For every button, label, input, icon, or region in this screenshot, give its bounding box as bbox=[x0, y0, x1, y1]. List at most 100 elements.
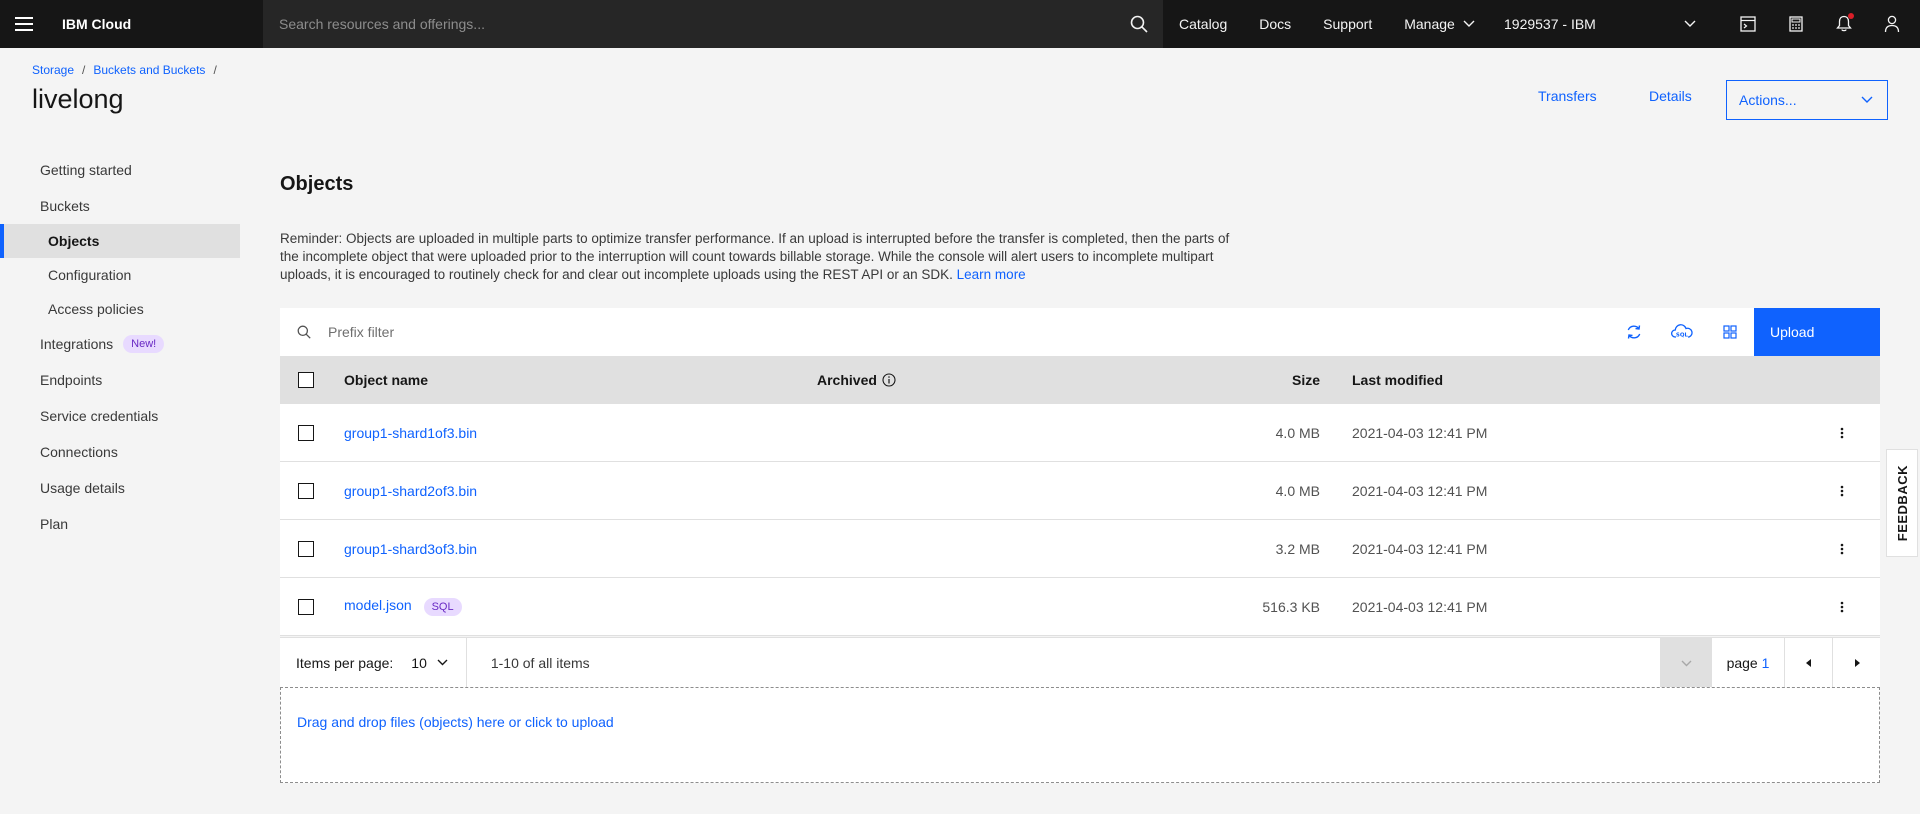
page-controls: page 1 bbox=[1660, 638, 1880, 688]
new-badge: New! bbox=[123, 335, 165, 353]
global-search bbox=[263, 0, 1163, 48]
row-checkbox[interactable] bbox=[298, 598, 314, 615]
object-modified: 2021-04-03 12:41 PM bbox=[1352, 540, 1488, 557]
row-checkbox[interactable] bbox=[298, 540, 314, 557]
column-archived: Archived bbox=[817, 372, 896, 388]
items-per-page-select[interactable]: 10 bbox=[411, 655, 448, 671]
object-link[interactable]: group1-shard1of3.bin bbox=[344, 425, 477, 441]
table-row: group1-shard3of3.bin 3.2 MB 2021-04-03 1… bbox=[280, 520, 1880, 578]
nav-docs[interactable]: Docs bbox=[1243, 0, 1307, 48]
top-header: IBM Cloud Catalog Docs Support Manage 19… bbox=[0, 0, 1920, 48]
page-label: page bbox=[1726, 655, 1758, 671]
refresh-icon[interactable] bbox=[1610, 308, 1658, 356]
overflow-menu-icon[interactable] bbox=[1830, 479, 1854, 503]
overflow-menu-icon[interactable] bbox=[1830, 421, 1854, 445]
sidebar-item-usage-details[interactable]: Usage details bbox=[0, 470, 240, 506]
sidebar-item-objects[interactable]: Objects bbox=[0, 224, 240, 258]
page-indicator: page 1 bbox=[1712, 638, 1784, 688]
object-size: 516.3 KB bbox=[1262, 598, 1320, 615]
notification-icon[interactable] bbox=[1820, 0, 1868, 48]
object-name-cell: group1-shard3of3.bin bbox=[344, 541, 477, 557]
overflow-menu-icon[interactable] bbox=[1830, 595, 1854, 619]
info-icon[interactable] bbox=[882, 373, 896, 387]
sidebar-nav: Getting started Buckets Objects Configur… bbox=[0, 152, 240, 542]
actions-dropdown[interactable]: Actions... bbox=[1726, 80, 1888, 120]
column-last-modified[interactable]: Last modified bbox=[1352, 372, 1443, 388]
column-archived-label: Archived bbox=[817, 372, 877, 388]
object-size: 4.0 MB bbox=[1275, 482, 1320, 499]
object-link[interactable]: group1-shard3of3.bin bbox=[344, 541, 477, 557]
sql-query-icon[interactable]: SQL bbox=[1658, 308, 1706, 356]
column-size[interactable]: Size bbox=[1292, 372, 1320, 388]
brand-logo[interactable]: IBM Cloud bbox=[46, 16, 262, 32]
object-link[interactable]: model.json bbox=[344, 597, 412, 613]
row-checkbox[interactable] bbox=[298, 424, 314, 441]
details-link[interactable]: Details bbox=[1649, 88, 1692, 104]
object-modified: 2021-04-03 12:41 PM bbox=[1352, 482, 1488, 499]
sidebar-item-buckets[interactable]: Buckets bbox=[0, 188, 240, 224]
breadcrumb-buckets[interactable]: Buckets and Buckets bbox=[93, 63, 205, 77]
chevron-down-icon bbox=[437, 659, 448, 666]
page-title: livelong bbox=[32, 84, 124, 114]
feedback-tab[interactable]: FEEDBACK bbox=[1886, 449, 1918, 557]
page-select[interactable] bbox=[1660, 638, 1712, 688]
objects-title: Objects bbox=[280, 173, 354, 195]
caret-left-icon bbox=[1805, 659, 1812, 667]
user-avatar-icon[interactable] bbox=[1868, 0, 1916, 48]
objects-table: Object name Archived Size Last modified … bbox=[280, 356, 1880, 636]
chevron-down-icon bbox=[1681, 660, 1692, 667]
sidebar-item-configuration[interactable]: Configuration bbox=[0, 258, 240, 292]
sidebar-item-connections[interactable]: Connections bbox=[0, 434, 240, 470]
chevron-down-icon bbox=[1684, 20, 1696, 28]
object-link[interactable]: group1-shard2of3.bin bbox=[344, 483, 477, 499]
nav-manage-label: Manage bbox=[1404, 16, 1455, 32]
search-icon[interactable] bbox=[1115, 0, 1163, 48]
transfers-link[interactable]: Transfers bbox=[1538, 88, 1597, 104]
breadcrumb-separator: / bbox=[82, 63, 86, 77]
upload-button[interactable]: Upload bbox=[1754, 308, 1880, 356]
grid-view-icon[interactable] bbox=[1706, 308, 1754, 356]
breadcrumb-separator: / bbox=[213, 63, 217, 77]
global-search-input[interactable] bbox=[263, 0, 1115, 48]
items-per-page-value: 10 bbox=[411, 654, 427, 671]
nav-catalog[interactable]: Catalog bbox=[1163, 0, 1243, 48]
sql-tag: SQL bbox=[423, 598, 462, 616]
account-switcher[interactable]: 1929537 - IBM bbox=[1488, 0, 1712, 48]
sidebar-item-access-policies[interactable]: Access policies bbox=[0, 292, 240, 326]
chevron-down-icon bbox=[1463, 20, 1475, 28]
sidebar-item-plan[interactable]: Plan bbox=[0, 506, 240, 542]
caret-right-icon bbox=[1854, 659, 1860, 667]
breadcrumb-storage[interactable]: Storage bbox=[32, 63, 74, 77]
nav-manage[interactable]: Manage bbox=[1388, 0, 1491, 48]
learn-more-link[interactable]: Learn more bbox=[957, 267, 1026, 282]
objects-toolbar: SQL Upload bbox=[280, 308, 1880, 356]
select-all-checkbox[interactable] bbox=[298, 372, 314, 388]
column-object-name[interactable]: Object name bbox=[344, 372, 428, 388]
object-modified: 2021-04-03 12:41 PM bbox=[1352, 598, 1488, 615]
calculator-icon[interactable] bbox=[1772, 0, 1820, 48]
pagination: Items per page: 10 1-10 of all items pag… bbox=[280, 637, 1880, 688]
reminder-text: Reminder: Objects are uploaded in multip… bbox=[280, 231, 1230, 282]
next-page-button[interactable] bbox=[1832, 638, 1880, 688]
nav-support[interactable]: Support bbox=[1307, 0, 1388, 48]
overflow-menu-icon[interactable] bbox=[1830, 537, 1854, 561]
previous-page-button[interactable] bbox=[1784, 638, 1832, 688]
sidebar-item-getting-started[interactable]: Getting started bbox=[0, 152, 240, 188]
sidebar-item-service-credentials[interactable]: Service credentials bbox=[0, 398, 240, 434]
account-name: 1929537 - IBM bbox=[1504, 16, 1596, 32]
prefix-filter-input[interactable] bbox=[328, 308, 1610, 356]
search-icon bbox=[280, 308, 328, 356]
row-checkbox[interactable] bbox=[298, 482, 314, 499]
table-header: Object name Archived Size Last modified bbox=[280, 356, 1880, 404]
upload-dropzone[interactable]: Drag and drop files (objects) here or cl… bbox=[280, 687, 1880, 783]
object-name-cell: group1-shard2of3.bin bbox=[344, 483, 477, 499]
svg-text:SQL: SQL bbox=[1676, 333, 1689, 339]
table-row: model.json SQL 516.3 KB 2021-04-03 12:41… bbox=[280, 578, 1880, 636]
menu-icon[interactable] bbox=[0, 0, 48, 48]
sidebar-item-integrations[interactable]: Integrations New! bbox=[0, 326, 240, 362]
breadcrumb: Storage / Buckets and Buckets / bbox=[32, 63, 225, 77]
terminal-icon[interactable] bbox=[1724, 0, 1772, 48]
page-number: 1 bbox=[1761, 655, 1770, 671]
item-range: 1-10 of all items bbox=[465, 637, 590, 688]
sidebar-item-endpoints[interactable]: Endpoints bbox=[0, 362, 240, 398]
